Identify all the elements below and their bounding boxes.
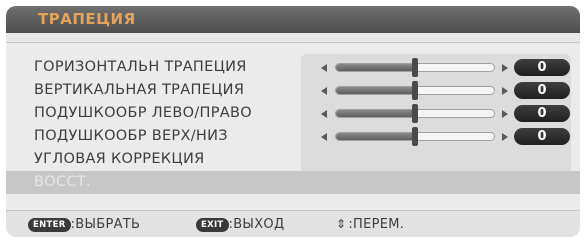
hint-exit-label: :ВЫХОД	[228, 217, 285, 232]
arrow-left-icon[interactable]	[321, 87, 327, 95]
arrow-right-icon[interactable]	[502, 64, 508, 72]
menu-body: ГОРИЗОНТАЛЬН ТРАПЕЦИЯ 0 ВЕРТИКАЛЬНАЯ ТРА…	[6, 44, 580, 210]
keystone-menu: ТРАПЕЦИЯ ГОРИЗОНТАЛЬН ТРАПЕЦИЯ 0 ВЕРТИКА…	[6, 6, 580, 237]
menu-item-label: ПОДУШКООБР ВЕРХ/НИЗ	[34, 128, 228, 144]
slider-value: 0	[514, 59, 570, 76]
pincushion-left-right-slider[interactable]: 0	[313, 102, 573, 124]
title-separator	[6, 33, 580, 43]
slider-fill	[336, 110, 416, 117]
arrow-right-icon[interactable]	[502, 110, 508, 118]
menu-item-label: ГОРИЗОНТАЛЬН ТРАПЕЦИЯ	[34, 59, 247, 75]
slider-thumb[interactable]	[412, 58, 418, 77]
menu-item-label: ВЕРТИКАЛЬНАЯ ТРАПЕЦИЯ	[34, 82, 245, 98]
hint-move: ⇕:ПЕРЕМ.	[336, 216, 404, 233]
slider-fill	[336, 64, 416, 71]
hint-move-label: :ПЕРЕМ.	[348, 217, 405, 232]
arrow-right-icon[interactable]	[502, 133, 508, 141]
hint-exit: EXIT:ВЫХОД	[196, 216, 284, 233]
slider-thumb[interactable]	[412, 127, 418, 146]
slider-value: 0	[514, 82, 570, 99]
menu-item-pincushion-top-bottom[interactable]: ПОДУШКООБР ВЕРХ/НИЗ 0	[6, 125, 580, 147]
menu-item-pincushion-left-right[interactable]: ПОДУШКООБР ЛЕВО/ПРАВО 0	[6, 102, 580, 124]
slider-fill	[336, 87, 416, 94]
menu-item-label: ВОССТ.	[34, 174, 91, 190]
menu-item-reset[interactable]: ВОССТ.	[6, 171, 580, 194]
hint-enter: ENTER:ВЫБРАТЬ	[28, 216, 140, 233]
exit-key-icon: EXIT	[196, 217, 229, 232]
up-down-arrows-icon: ⇕	[336, 217, 347, 231]
vertical-keystone-slider[interactable]: 0	[313, 79, 573, 101]
arrow-left-icon[interactable]	[321, 110, 327, 118]
arrow-left-icon[interactable]	[321, 133, 327, 141]
arrow-right-icon[interactable]	[502, 87, 508, 95]
menu-item-cornerstone[interactable]: УГЛОВАЯ КОРРЕКЦИЯ	[6, 148, 580, 170]
horizontal-keystone-slider[interactable]: 0	[313, 56, 573, 78]
slider-thumb[interactable]	[412, 104, 418, 123]
menu-item-label: УГЛОВАЯ КОРРЕКЦИЯ	[34, 151, 205, 167]
menu-item-horizontal-keystone[interactable]: ГОРИЗОНТАЛЬН ТРАПЕЦИЯ 0	[6, 56, 580, 78]
menu-item-vertical-keystone[interactable]: ВЕРТИКАЛЬНАЯ ТРАПЕЦИЯ 0	[6, 79, 580, 101]
slider-value: 0	[514, 105, 570, 122]
slider-value: 0	[514, 128, 570, 145]
slider-thumb[interactable]	[412, 81, 418, 100]
menu-title: ТРАПЕЦИЯ	[6, 6, 580, 33]
key-hints-bar: ENTER:ВЫБРАТЬ EXIT:ВЫХОД ⇕:ПЕРЕМ.	[6, 210, 580, 237]
menu-item-label: ПОДУШКООБР ЛЕВО/ПРАВО	[34, 105, 252, 121]
slider-fill	[336, 133, 416, 140]
enter-key-icon: ENTER	[28, 217, 71, 232]
hint-enter-label: :ВЫБРАТЬ	[70, 217, 141, 232]
pincushion-top-bottom-slider[interactable]: 0	[313, 125, 573, 147]
arrow-left-icon[interactable]	[321, 64, 327, 72]
